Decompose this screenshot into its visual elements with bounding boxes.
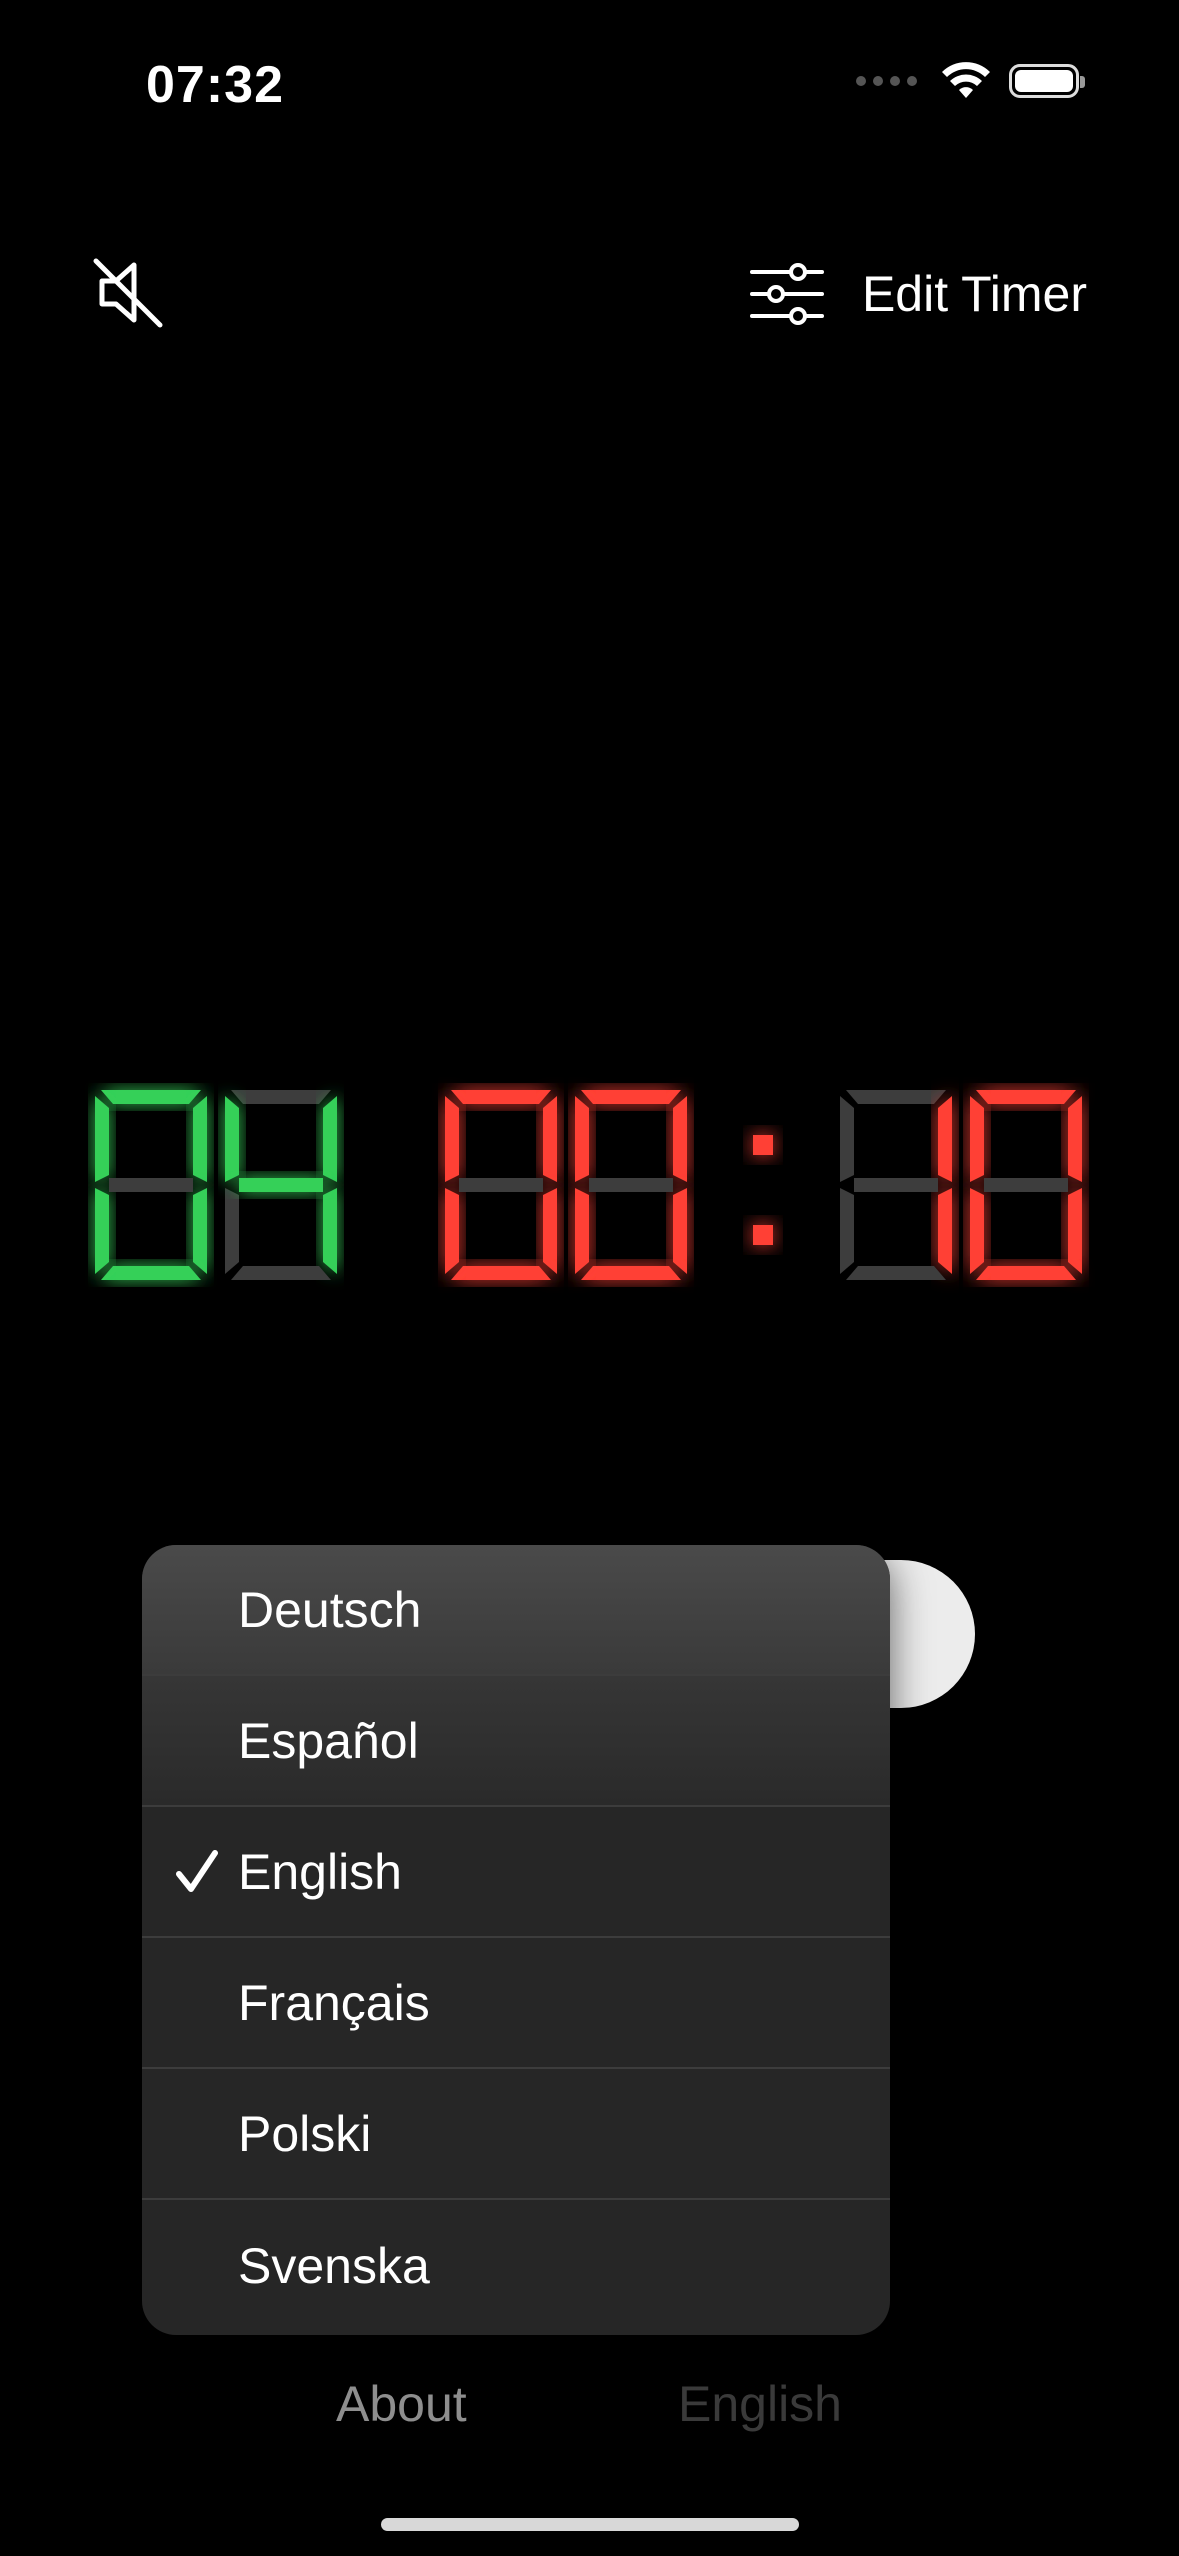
- seconds-digit-2: [970, 1090, 1082, 1280]
- mute-button[interactable]: [90, 255, 165, 330]
- speaker-muted-icon: [93, 258, 163, 328]
- segment-c: [673, 1188, 687, 1274]
- menu-item-label: Polski: [238, 2105, 372, 2162]
- rounds-digit-1: [95, 1090, 207, 1280]
- menu-item-label: English: [238, 1843, 402, 1900]
- segment-b: [938, 1096, 952, 1182]
- cellular-signal-icon: [856, 76, 917, 86]
- colon-dot-2: [753, 1225, 773, 1245]
- segment-d: [101, 1266, 201, 1280]
- segment-f: [840, 1096, 854, 1182]
- menu-item-label: Svenska: [238, 2237, 430, 2294]
- menu-item-label: Español: [238, 1712, 419, 1769]
- segment-d: [846, 1266, 946, 1280]
- segment-a: [231, 1090, 331, 1104]
- segment-a: [846, 1090, 946, 1104]
- segment-c: [543, 1188, 557, 1274]
- segment-e: [970, 1188, 984, 1274]
- menu-item-label: Français: [238, 1974, 430, 2031]
- seconds-digit-1: [840, 1090, 952, 1280]
- segment-f: [225, 1096, 239, 1182]
- segment-c: [938, 1188, 952, 1274]
- status-icons: [856, 62, 1085, 100]
- menu-item-5[interactable]: Svenska: [142, 2200, 890, 2331]
- about-link[interactable]: About: [336, 2375, 467, 2433]
- segment-a: [581, 1090, 681, 1104]
- segment-g: [459, 1178, 543, 1192]
- edit-timer-button[interactable]: Edit Timer: [749, 262, 1087, 326]
- menu-item-1[interactable]: Español: [142, 1676, 890, 1807]
- segment-c: [193, 1188, 207, 1274]
- minutes-digit-1: [445, 1090, 557, 1280]
- language-link[interactable]: English: [678, 2375, 842, 2433]
- segment-e: [95, 1188, 109, 1274]
- minutes-digit-2: [575, 1090, 687, 1280]
- segment-b: [193, 1096, 207, 1182]
- segment-a: [451, 1090, 551, 1104]
- edit-timer-label: Edit Timer: [861, 266, 1087, 322]
- menu-item-3[interactable]: Français: [142, 1938, 890, 2069]
- segment-g: [239, 1178, 323, 1192]
- segment-g: [854, 1178, 938, 1192]
- status-time: 07:32: [146, 56, 284, 114]
- segment-g: [589, 1178, 673, 1192]
- rounds-digit-2: [225, 1090, 337, 1280]
- menu-item-0[interactable]: Deutsch: [142, 1545, 890, 1676]
- menu-item-4[interactable]: Polski: [142, 2069, 890, 2200]
- checkmark-icon: [176, 1850, 218, 1892]
- wifi-icon: [942, 62, 990, 98]
- segment-f: [970, 1096, 984, 1182]
- segment-d: [976, 1266, 1076, 1280]
- segment-e: [225, 1188, 239, 1274]
- segment-e: [575, 1188, 589, 1274]
- segment-c: [1068, 1188, 1082, 1274]
- segment-g: [109, 1178, 193, 1192]
- segment-f: [445, 1096, 459, 1182]
- segment-a: [101, 1090, 201, 1104]
- segment-a: [976, 1090, 1076, 1104]
- segment-b: [323, 1096, 337, 1182]
- segment-b: [673, 1096, 687, 1182]
- segment-e: [445, 1188, 459, 1274]
- segment-c: [323, 1188, 337, 1274]
- segment-d: [451, 1266, 551, 1280]
- segment-g: [984, 1178, 1068, 1192]
- battery-icon: [1009, 64, 1085, 98]
- home-indicator: [381, 2518, 799, 2531]
- colon-dot-1: [753, 1135, 773, 1155]
- segment-b: [1068, 1096, 1082, 1182]
- segment-f: [575, 1096, 589, 1182]
- segment-e: [840, 1188, 854, 1274]
- language-menu: Deutsch Español English Français Polski Svens…: [142, 1545, 890, 2335]
- segment-d: [231, 1266, 331, 1280]
- segment-d: [581, 1266, 681, 1280]
- menu-item-2[interactable]: English: [142, 1807, 890, 1938]
- segment-b: [543, 1096, 557, 1182]
- seven-segment-display: [95, 1090, 1082, 1280]
- sliders-icon: [749, 263, 824, 325]
- segment-f: [95, 1096, 109, 1182]
- menu-item-label: Deutsch: [238, 1581, 422, 1638]
- timer-display: [0, 1090, 1179, 1290]
